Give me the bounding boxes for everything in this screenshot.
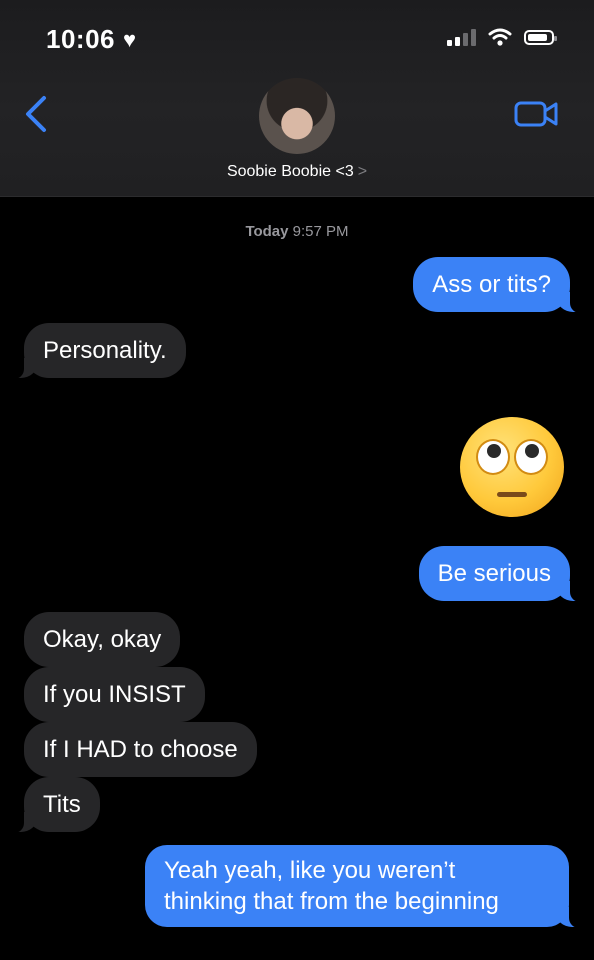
message-text-line-1: Yeah yeah, like you weren’t <box>164 857 456 884</box>
timestamp-time: 9:57 PM <box>292 223 349 240</box>
clock: 10:06 <box>46 24 115 54</box>
message-text: Personality. <box>43 337 167 364</box>
message-text: Okay, okay <box>43 626 162 653</box>
back-chevron-icon[interactable] <box>20 94 54 134</box>
status-time: 10:06 ♥ <box>46 24 137 55</box>
outgoing-message[interactable]: Be serious <box>418 546 585 602</box>
contact-name-button[interactable]: Soobie Boobie <3 > <box>0 163 594 181</box>
incoming-message[interactable]: Okay, okay <box>24 612 181 667</box>
right-eye <box>514 439 548 475</box>
message-text-line-2: thinking that from the beginning <box>164 888 499 915</box>
status-icons <box>447 28 557 46</box>
message-text: If I HAD to choose <box>43 736 238 763</box>
chevron-right-icon: > <box>357 163 368 180</box>
timestamp-day: Today <box>245 223 289 240</box>
message-timestamp: Today 9:57 PM <box>0 223 594 240</box>
incoming-message[interactable]: If I HAD to choose <box>24 722 257 777</box>
cellular-signal-icon <box>447 28 476 46</box>
wifi-icon <box>488 28 512 46</box>
outgoing-message[interactable]: Yeah yeah, like you weren’t thinking tha… <box>145 845 583 928</box>
left-eye <box>476 439 510 475</box>
battery-icon <box>524 29 557 45</box>
message-text: Ass or tits? <box>432 271 551 298</box>
heart-icon: ♥ <box>123 26 137 52</box>
message-text: Be serious <box>437 560 551 587</box>
eye-roll-emoji-message[interactable] <box>460 417 564 517</box>
conversation-header: 10:06 ♥ Soobie Boobie <3 > <box>0 0 594 197</box>
contact-avatar[interactable] <box>259 78 335 154</box>
mouth <box>497 492 527 497</box>
video-camera-icon[interactable] <box>514 98 560 130</box>
incoming-message[interactable]: Personality. <box>10 323 186 379</box>
message-text: Tits <box>43 791 81 818</box>
outgoing-message[interactable]: Ass or tits? <box>413 257 584 313</box>
message-text: If you INSIST <box>43 681 186 708</box>
incoming-message[interactable]: If you INSIST <box>24 667 205 722</box>
contact-name: Soobie Boobie <3 <box>226 163 354 180</box>
incoming-message[interactable]: Tits <box>10 777 100 833</box>
